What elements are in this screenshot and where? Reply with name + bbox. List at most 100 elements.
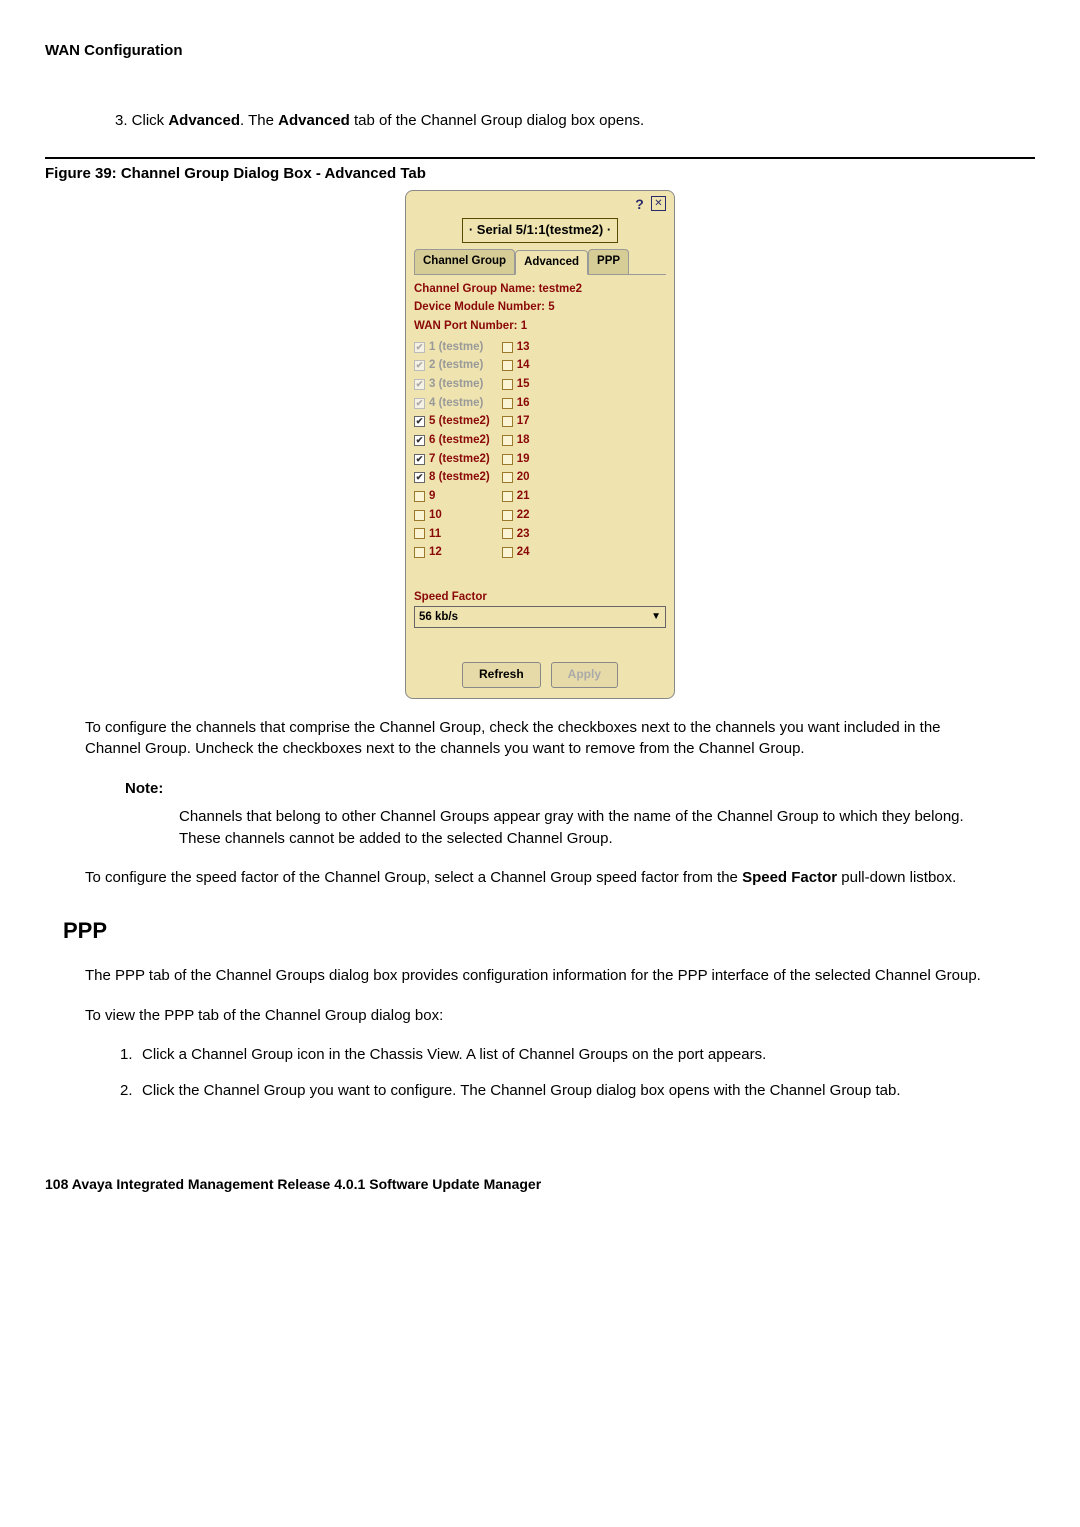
channel-checkbox[interactable]: [502, 416, 513, 427]
channel-label: 13: [517, 339, 530, 356]
channel-label: 8 (testme2): [429, 469, 490, 486]
channel-checkbox[interactable]: [502, 454, 513, 465]
channel-label: 4 (testme): [429, 395, 483, 412]
text-bold: Advanced: [278, 112, 350, 129]
text-bold: Speed Factor: [742, 869, 837, 886]
channel-checkbox[interactable]: [414, 547, 425, 558]
text: To configure the speed factor of the Cha…: [85, 869, 742, 886]
channel-label: 2 (testme): [429, 357, 483, 374]
channel-checkbox[interactable]: [502, 510, 513, 521]
info-group-name: Channel Group Name: testme2: [414, 281, 666, 298]
chevron-down-icon: ▼: [651, 610, 661, 625]
channel-label: 23: [517, 526, 530, 543]
channel-checkbox[interactable]: [502, 472, 513, 483]
tab-ppp[interactable]: PPP: [588, 249, 629, 274]
channel-row: 4 (testme): [414, 395, 490, 412]
channel-row: 9: [414, 488, 490, 505]
list-number: 2.: [120, 1080, 142, 1102]
channel-row: 19: [502, 451, 530, 468]
channel-label: 17: [517, 413, 530, 430]
channel-checkbox[interactable]: [414, 491, 425, 502]
dialog-titlebar: ? ✕: [414, 193, 666, 214]
channel-row: 6 (testme2): [414, 432, 490, 449]
channel-checkbox[interactable]: [414, 528, 425, 539]
figure-caption: Figure 39: Channel Group Dialog Box - Ad…: [45, 163, 1035, 185]
channel-row: 24: [502, 544, 530, 561]
close-icon[interactable]: ✕: [651, 196, 666, 211]
channel-row: 17: [502, 413, 530, 430]
list-item: 2. Click the Channel Group you want to c…: [120, 1080, 995, 1102]
channel-checkbox[interactable]: [502, 360, 513, 371]
channel-row: 14: [502, 357, 530, 374]
channel-checkbox[interactable]: [414, 416, 425, 427]
paragraph: The PPP tab of the Channel Groups dialog…: [85, 965, 995, 987]
channel-checkbox: [414, 360, 425, 371]
channel-label: 18: [517, 432, 530, 449]
channel-label: 22: [517, 507, 530, 524]
page-header: WAN Configuration: [45, 40, 1035, 62]
channel-row: 16: [502, 395, 530, 412]
channel-row: 23: [502, 526, 530, 543]
help-icon[interactable]: ?: [632, 196, 647, 211]
paragraph: To view the PPP tab of the Channel Group…: [85, 1005, 995, 1027]
channel-col-left: 1 (testme)2 (testme)3 (testme)4 (testme)…: [414, 339, 490, 561]
channel-label: 19: [517, 451, 530, 468]
channel-checkbox[interactable]: [502, 528, 513, 539]
note-block: Note: Channels that belong to other Chan…: [125, 778, 995, 849]
channel-label: 10: [429, 507, 442, 524]
channel-columns: 1 (testme)2 (testme)3 (testme)4 (testme)…: [414, 339, 666, 561]
channel-row: 5 (testme2): [414, 413, 490, 430]
text: tab of the Channel Group dialog box open…: [350, 112, 644, 129]
channel-checkbox[interactable]: [502, 435, 513, 446]
channel-col-right: 131415161718192021222324: [502, 339, 530, 561]
channel-row: 12: [414, 544, 490, 561]
channel-checkbox[interactable]: [414, 454, 425, 465]
channel-row: 13: [502, 339, 530, 356]
paragraph: To configure the channels that comprise …: [85, 717, 995, 761]
channel-label: 15: [517, 376, 530, 393]
channel-row: 1 (testme): [414, 339, 490, 356]
channel-row: 20: [502, 469, 530, 486]
channel-checkbox: [414, 398, 425, 409]
channel-label: 11: [429, 526, 441, 543]
tab-advanced[interactable]: Advanced: [515, 250, 588, 275]
channel-checkbox: [414, 379, 425, 390]
channel-checkbox[interactable]: [502, 491, 513, 502]
note-text: Channels that belong to other Channel Gr…: [179, 806, 995, 850]
apply-button[interactable]: Apply: [551, 662, 618, 687]
channel-label: 1 (testme): [429, 339, 483, 356]
channel-checkbox[interactable]: [502, 342, 513, 353]
channel-checkbox[interactable]: [414, 435, 425, 446]
info-wan-port: WAN Port Number: 1: [414, 318, 666, 335]
tab-bar: Channel Group Advanced PPP: [414, 249, 666, 275]
speed-factor-label: Speed Factor: [414, 589, 666, 606]
channel-row: 11: [414, 526, 490, 543]
channel-label: 5 (testme2): [429, 413, 490, 430]
dialog-wrapper: ? ✕ · Serial 5/1:1(testme2) · Channel Gr…: [45, 190, 1035, 698]
ordered-list: 1. Click a Channel Group icon in the Cha…: [120, 1044, 995, 1102]
list-item: 1. Click a Channel Group icon in the Cha…: [120, 1044, 995, 1066]
channel-label: 6 (testme2): [429, 432, 490, 449]
refresh-button[interactable]: Refresh: [462, 662, 541, 687]
ppp-heading: PPP: [63, 915, 1035, 947]
channel-checkbox[interactable]: [502, 547, 513, 558]
note-label: Note:: [125, 778, 995, 800]
channel-checkbox[interactable]: [502, 379, 513, 390]
channel-label: 21: [517, 488, 530, 505]
text: . The: [240, 112, 278, 129]
list-text: Click the Channel Group you want to conf…: [142, 1080, 901, 1102]
speed-factor-select[interactable]: 56 kb/s ▼: [414, 606, 666, 629]
speed-factor-value: 56 kb/s: [419, 609, 458, 626]
channel-checkbox[interactable]: [502, 398, 513, 409]
list-number: 1.: [120, 1044, 142, 1066]
channel-checkbox[interactable]: [414, 472, 425, 483]
tab-channel-group[interactable]: Channel Group: [414, 249, 515, 274]
info-device-module: Device Module Number: 5: [414, 299, 666, 316]
channel-row: 10: [414, 507, 490, 524]
channel-checkbox: [414, 342, 425, 353]
serial-label: · Serial 5/1:1(testme2) ·: [462, 218, 618, 243]
rule: [45, 157, 1035, 159]
serial-label-row: · Serial 5/1:1(testme2) ·: [414, 218, 666, 243]
channel-checkbox[interactable]: [414, 510, 425, 521]
channel-row: 21: [502, 488, 530, 505]
